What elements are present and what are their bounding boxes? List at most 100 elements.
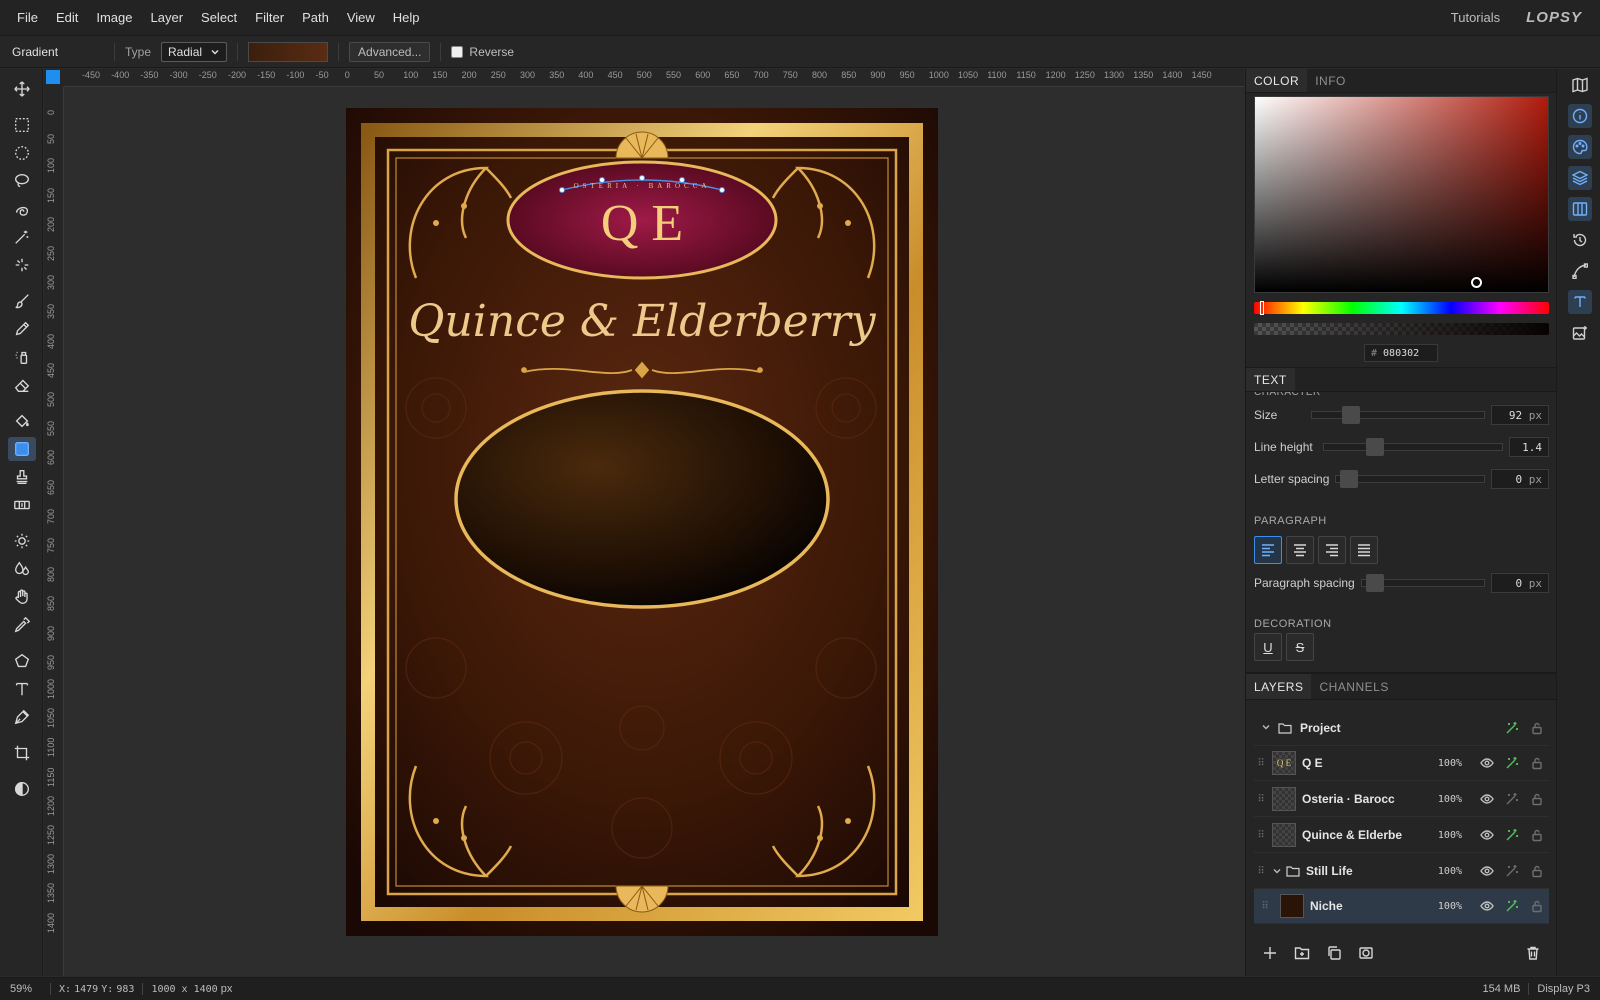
tab-color[interactable]: COLOR xyxy=(1246,69,1308,92)
pencil-tool[interactable] xyxy=(8,317,36,341)
shape-tool[interactable] xyxy=(8,649,36,673)
size-slider-handle[interactable] xyxy=(1342,406,1361,424)
fx-icon[interactable] xyxy=(1499,792,1524,806)
monogram-text[interactable]: Q E xyxy=(601,195,683,252)
eye-icon[interactable] xyxy=(1474,756,1499,770)
fx-icon[interactable] xyxy=(1499,828,1524,842)
pen-tool[interactable] xyxy=(8,705,36,729)
menu-layer[interactable]: Layer xyxy=(142,10,193,25)
fx-icon[interactable] xyxy=(1499,864,1524,878)
drag-handle-icon[interactable]: ⠿ xyxy=(1254,794,1268,805)
add-group-button[interactable] xyxy=(1286,945,1318,961)
history-panel-button[interactable] xyxy=(1568,228,1592,252)
layer-row-osteria[interactable]: ⠿ Osteria · Barocc 100% xyxy=(1254,782,1549,817)
lock-icon[interactable] xyxy=(1524,899,1549,913)
layer-opacity[interactable]: 100% xyxy=(1424,794,1462,805)
letter-spacing-input[interactable]: 0 px xyxy=(1491,469,1549,489)
layer-row-project[interactable]: Project xyxy=(1254,711,1549,746)
menu-help[interactable]: Help xyxy=(384,10,429,25)
layer-row-quince[interactable]: ⠿ Quince & Elderbe 100% xyxy=(1254,818,1549,853)
navigator-button[interactable] xyxy=(1568,73,1592,97)
add-layer-button[interactable] xyxy=(1254,945,1286,961)
spray-tool[interactable] xyxy=(8,345,36,369)
menu-image[interactable]: Image xyxy=(87,10,141,25)
drag-handle-icon[interactable]: ⠿ xyxy=(1254,830,1268,841)
paths-panel-button[interactable] xyxy=(1568,259,1592,283)
artwork-canvas[interactable]: OSTERIA · BAROCCA Q E Quince & Elderberr… xyxy=(346,108,938,936)
delete-layer-button[interactable] xyxy=(1517,945,1549,961)
menu-select[interactable]: Select xyxy=(192,10,246,25)
lasso-tool[interactable] xyxy=(8,169,36,193)
drag-handle-icon[interactable]: ⠿ xyxy=(1254,758,1268,769)
zoom-level[interactable]: 59% xyxy=(0,983,42,995)
mask-toggle[interactable] xyxy=(8,777,36,801)
lock-icon[interactable] xyxy=(1524,756,1549,770)
lock-icon[interactable] xyxy=(1524,864,1549,878)
layer-opacity[interactable]: 100% xyxy=(1424,866,1462,877)
line-height-slider[interactable] xyxy=(1322,438,1503,456)
fx-icon[interactable] xyxy=(1499,756,1524,770)
reverse-checkbox[interactable] xyxy=(451,45,464,58)
image-panel-button[interactable] xyxy=(1568,321,1592,345)
size-input[interactable]: 92 px xyxy=(1491,405,1549,425)
color-picker-handle[interactable] xyxy=(1471,277,1482,288)
dodge-tool[interactable] xyxy=(8,529,36,553)
line-height-slider-handle[interactable] xyxy=(1365,438,1384,456)
justify-button[interactable] xyxy=(1350,536,1378,564)
eye-icon[interactable] xyxy=(1474,828,1499,842)
layers-panel-button[interactable] xyxy=(1568,166,1592,190)
blur-tool[interactable] xyxy=(8,557,36,581)
tab-layers[interactable]: LAYERS xyxy=(1246,674,1312,699)
drag-handle-icon[interactable]: ⠿ xyxy=(1254,901,1276,912)
align-left-button[interactable] xyxy=(1254,536,1282,564)
size-slider[interactable] xyxy=(1311,406,1485,424)
menu-view[interactable]: View xyxy=(338,10,384,25)
tab-channels[interactable]: CHANNELS xyxy=(1311,674,1396,699)
tab-info[interactable]: INFO xyxy=(1307,69,1354,92)
layer-opacity[interactable]: 100% xyxy=(1424,758,1462,769)
healing-tool[interactable] xyxy=(8,493,36,517)
drag-handle-icon[interactable]: ⠿ xyxy=(1254,866,1268,877)
strikethrough-button[interactable]: S xyxy=(1286,633,1314,661)
title-text[interactable]: Quince & Elderberry xyxy=(408,296,876,347)
fill-tool[interactable] xyxy=(8,409,36,433)
ruler-origin-marker[interactable] xyxy=(46,70,60,84)
line-height-input[interactable]: 1.4 xyxy=(1509,437,1549,457)
menu-filter[interactable]: Filter xyxy=(246,10,293,25)
fx-icon[interactable] xyxy=(1499,899,1524,913)
gradient-type-select[interactable]: Radial xyxy=(161,41,228,62)
chevron-down-icon[interactable] xyxy=(1254,722,1278,735)
letter-spacing-slider[interactable] xyxy=(1335,470,1485,488)
object-select-tool[interactable] xyxy=(8,253,36,277)
eye-icon[interactable] xyxy=(1474,792,1499,806)
menu-path[interactable]: Path xyxy=(293,10,338,25)
alpha-slider[interactable] xyxy=(1254,323,1549,335)
advanced-button[interactable]: Advanced... xyxy=(349,41,431,62)
underline-button[interactable]: U xyxy=(1254,633,1282,661)
lock-icon[interactable] xyxy=(1524,721,1549,735)
lock-icon[interactable] xyxy=(1524,792,1549,806)
gradient-tool[interactable] xyxy=(8,437,36,461)
layer-row-niche[interactable]: ⠿ Niche 100% xyxy=(1254,889,1549,924)
text-panel-button[interactable] xyxy=(1568,290,1592,314)
rect-select-tool[interactable] xyxy=(8,113,36,137)
eye-icon[interactable] xyxy=(1474,864,1499,878)
crop-tool[interactable] xyxy=(8,741,36,765)
color-panel-button[interactable] xyxy=(1568,135,1592,159)
canvas-area[interactable]: OSTERIA · BAROCCA Q E Quince & Elderberr… xyxy=(64,87,1244,976)
align-center-button[interactable] xyxy=(1286,536,1314,564)
paragraph-spacing-slider-handle[interactable] xyxy=(1365,574,1384,592)
hue-slider[interactable] xyxy=(1254,301,1549,315)
align-right-button[interactable] xyxy=(1318,536,1346,564)
duplicate-layer-button[interactable] xyxy=(1318,945,1350,961)
eyedropper-tool[interactable] xyxy=(8,613,36,637)
lock-icon[interactable] xyxy=(1524,828,1549,842)
menu-file[interactable]: File xyxy=(8,10,47,25)
layer-opacity[interactable]: 100% xyxy=(1424,830,1462,841)
quick-select-tool[interactable] xyxy=(8,197,36,221)
gradient-swatch[interactable] xyxy=(248,41,329,62)
menu-edit[interactable]: Edit xyxy=(47,10,87,25)
info-panel-button[interactable] xyxy=(1568,104,1592,128)
brush-tool[interactable] xyxy=(8,289,36,313)
tutorials-link[interactable]: Tutorials xyxy=(1451,10,1500,25)
